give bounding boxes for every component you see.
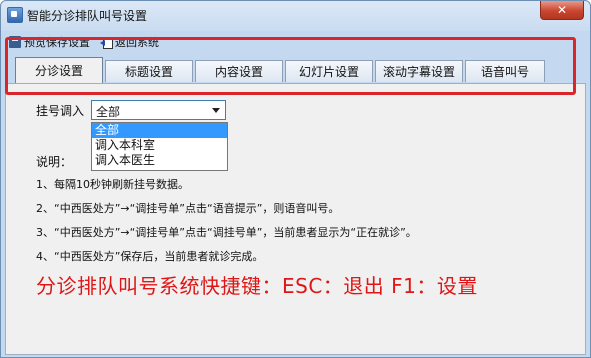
select-value: 全部 [96,105,121,119]
tab-voice-call[interactable]: 语音叫号 [465,60,545,82]
save-settings-button[interactable]: 预览保存设置 [9,33,90,51]
tab-content[interactable]: 内容设置 [195,60,283,82]
register-import-dropdown: 全部 调入本科室 调入本医生 [91,122,228,171]
option-doctor[interactable]: 调入本医生 [92,153,227,168]
back-button[interactable]: 返回系统 [100,33,159,51]
register-import-label: 挂号调入 [36,104,85,118]
title-bar: 智能分诊排队叫号设置 ✕ [1,1,590,29]
register-import-select[interactable]: 全部 [91,100,226,120]
notes-heading: 说明： [36,155,73,169]
window-title: 智能分诊排队叫号设置 [27,9,148,23]
option-department[interactable]: 调入本科室 [92,138,227,153]
note-item: 3、“中西医处方”→“调挂号单”点击“调挂号单”，当前患者显示为“正在就诊”。 [36,226,417,239]
chevron-down-icon [212,108,220,113]
note-item: 1、每隔10秒钟刷新挂号数据。 [36,178,189,191]
save-settings-label: 预览保存设置 [24,36,90,49]
back-label: 返回系统 [115,36,159,49]
app-icon [7,7,23,23]
option-all[interactable]: 全部 [92,123,227,138]
tab-title[interactable]: 标题设置 [105,60,193,82]
tab-triage[interactable]: 分诊设置 [15,57,103,83]
note-item: 2、“中西医处方”→“调挂号单”点击“语音提示”，则语音叫号。 [36,202,340,215]
settings-window: 智能分诊排队叫号设置 ✕ 预览保存设置 返回系统 分诊设置 标题设置 内容设置 … [0,0,591,358]
save-icon [9,36,21,48]
back-icon [100,36,113,49]
toolbar: 预览保存设置 返回系统 [9,33,159,51]
tab-slideshow[interactable]: 幻灯片设置 [285,60,373,82]
note-item: 4、“中西医处方”保存后，当前患者就诊完成。 [36,250,264,263]
tab-bar: 分诊设置 标题设置 内容设置 幻灯片设置 滚动字幕设置 语音叫号 [15,57,547,83]
triage-settings-panel: 挂号调入 全部 全部 调入本科室 调入本医生 说明： 1、每隔10秒钟刷新挂号数… [5,83,586,355]
close-button[interactable]: ✕ [540,1,584,20]
shortcut-hint: 分诊排队叫号系统快捷键：ESC：退出 F1：设置 [36,274,478,298]
tab-marquee[interactable]: 滚动字幕设置 [375,60,463,82]
